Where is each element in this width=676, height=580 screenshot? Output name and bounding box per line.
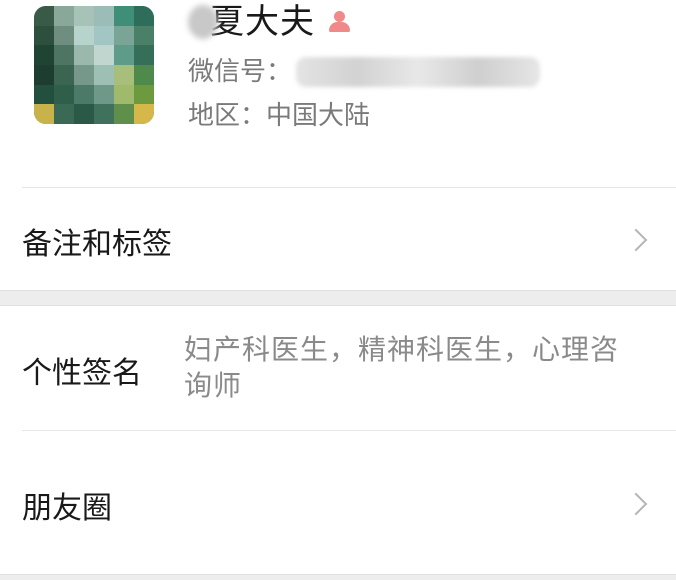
name-redaction: [188, 5, 218, 39]
contact-profile-page: 夏大夫 微信号： 地区： 中国大陆 备注和标签 个性签名 妇产科医生，精神科医生…: [0, 0, 676, 580]
section-gap: [0, 290, 676, 306]
signature-value: 妇产科医生，精神科医生，心理咨询师: [184, 333, 620, 402]
avatar[interactable]: [34, 6, 154, 124]
wechat-id-row: 微信号：: [188, 52, 541, 92]
signature-label: 个性签名: [22, 356, 142, 391]
moments-cell[interactable]: 朋友圈: [0, 431, 676, 574]
contact-name: 夏大夫: [210, 2, 315, 42]
chevron-right-icon: [624, 492, 648, 516]
remarks-tags-cell[interactable]: 备注和标签: [0, 188, 676, 290]
remarks-tags-label: 备注和标签: [22, 227, 172, 262]
moments-label: 朋友圈: [22, 491, 112, 526]
chevron-right-icon: [624, 228, 648, 252]
wechat-id-label: 微信号：: [188, 57, 293, 87]
avatar-mosaic: [34, 6, 154, 124]
region-label: 地区：: [188, 101, 267, 131]
region-row: 地区： 中国大陆: [188, 96, 370, 136]
female-icon: [327, 9, 351, 35]
region-value: 中国大陆: [266, 101, 371, 131]
section-gap: [0, 574, 676, 580]
profile-header: 夏大夫 微信号： 地区： 中国大陆: [0, 0, 676, 188]
wechat-id-redaction: [296, 57, 541, 87]
signature-cell: 个性签名 妇产科医生，精神科医生，心理咨询师: [0, 306, 676, 430]
name-row: 夏大夫: [188, 0, 351, 44]
